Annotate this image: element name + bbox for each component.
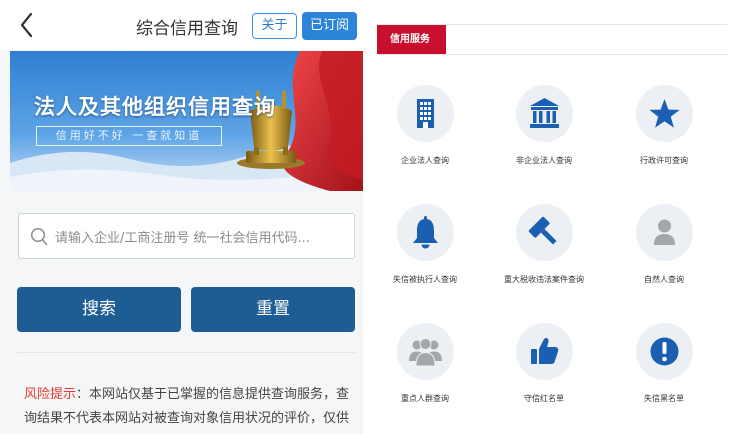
search-panel: 综合信用查询 关于 已订阅 法人及其他组织信用查询 信用好不好 一查就知道 请输… bbox=[0, 0, 363, 434]
subscribed-button[interactable]: 已订阅 bbox=[302, 12, 357, 40]
service-non-enterprise-legal-person[interactable]: 非企业法人查询 bbox=[489, 85, 599, 166]
divider bbox=[375, 54, 727, 55]
chevron-left-icon[interactable] bbox=[16, 10, 40, 40]
top-bar: 综合信用查询 关于 已订阅 bbox=[0, 0, 363, 50]
service-red-list[interactable]: 守信红名单 bbox=[489, 323, 599, 404]
service-key-groups[interactable]: 重点人群查询 bbox=[370, 323, 480, 404]
risk-label: 风险提示 bbox=[24, 387, 77, 402]
institution-icon bbox=[529, 98, 559, 128]
search-input[interactable]: 请输入企业/工商注册号 统一社会信用代码... bbox=[18, 213, 355, 259]
building-icon bbox=[416, 99, 434, 128]
reset-button[interactable]: 重置 bbox=[191, 287, 355, 332]
search-placeholder: 请输入企业/工商注册号 统一社会信用代码... bbox=[55, 231, 310, 246]
page-title: 综合信用查询 bbox=[136, 19, 238, 39]
service-enterprise-legal-person[interactable]: 企业法人查询 bbox=[370, 85, 480, 166]
banner: 法人及其他组织信用查询 信用好不好 一查就知道 bbox=[10, 51, 363, 191]
service-black-list[interactable]: 失信黑名单 bbox=[609, 323, 719, 404]
group-icon bbox=[408, 338, 442, 367]
exclamation-icon bbox=[650, 337, 678, 366]
person-icon bbox=[653, 219, 675, 245]
search-button[interactable]: 搜索 bbox=[17, 287, 181, 332]
risk-notice: 风险提示：本网站仅基于已掌握的信息提供查询服务，查询结果不代表本网站对被查询对象… bbox=[24, 383, 359, 434]
service-tax-violation-cases[interactable]: 重大税收违法案件查询 bbox=[489, 204, 599, 285]
tab-credit-services[interactable]: 信用服务 bbox=[377, 25, 446, 54]
service-dishonest-executee[interactable]: 失信被执行人查询 bbox=[370, 204, 480, 285]
gavel-icon bbox=[528, 216, 557, 245]
divider bbox=[17, 352, 355, 353]
service-natural-person[interactable]: 自然人查询 bbox=[609, 204, 719, 285]
bell-icon bbox=[412, 216, 438, 249]
star-icon bbox=[648, 99, 680, 128]
service-administrative-license[interactable]: 行政许可查询 bbox=[609, 85, 719, 166]
services-panel: 信用服务 企业法人查询 非企业法人查询 行政许可查询 失信被执行人查询 重大税收… bbox=[375, 0, 735, 434]
about-button[interactable]: 关于 bbox=[252, 13, 297, 39]
thumbs-up-icon bbox=[530, 337, 558, 364]
banner-subtitle: 信用好不好 一查就知道 bbox=[36, 126, 222, 146]
banner-title: 法人及其他组织信用查询 bbox=[34, 95, 276, 119]
banner-artwork bbox=[10, 51, 363, 191]
search-icon bbox=[30, 227, 48, 246]
